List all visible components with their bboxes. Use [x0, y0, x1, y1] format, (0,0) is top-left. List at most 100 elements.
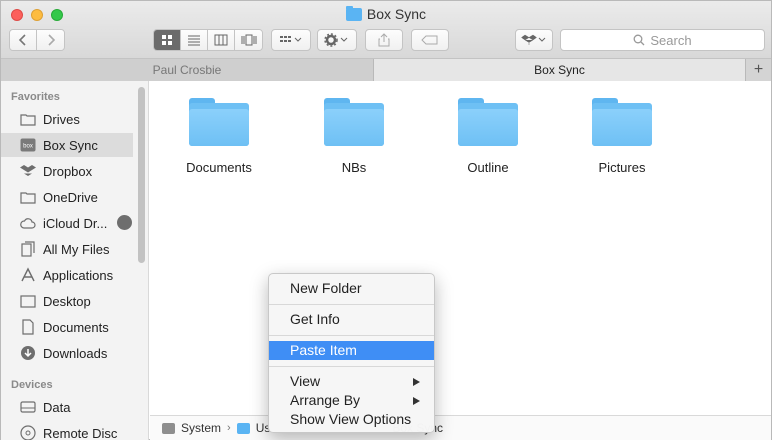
menu-item-arrange-by[interactable]: Arrange By	[269, 391, 434, 410]
list-view-icon	[188, 35, 200, 46]
folder-item-documents[interactable]: Documents	[164, 98, 274, 175]
folder-icon	[592, 98, 652, 146]
folder-icon	[324, 98, 384, 146]
sidebar-item-label: Drives	[43, 111, 80, 127]
document-icon	[19, 318, 37, 336]
sidebar-item-data[interactable]: Data	[1, 395, 133, 419]
gear-icon	[324, 33, 348, 47]
menu-item-get-info[interactable]: Get Info	[269, 310, 434, 329]
cloud-icon	[19, 214, 37, 232]
folder-icon	[345, 5, 362, 21]
download-icon	[19, 344, 37, 362]
disk-icon	[19, 398, 37, 416]
coverflow-view-button[interactable]	[235, 30, 262, 50]
sidebar-item-label: Remote Disc	[43, 425, 118, 440]
sidebar-item-dropbox[interactable]: Dropbox	[1, 159, 133, 183]
menu-item-label: View	[290, 373, 321, 389]
chevron-right-icon	[47, 34, 55, 46]
dropbox-icon	[19, 162, 37, 180]
sidebar-item-remote-disc[interactable]: Remote Disc	[1, 421, 133, 440]
sidebar-item-all-my-files[interactable]: All My Files	[1, 237, 133, 261]
tab-bar: Paul Crosbie Box Sync +	[1, 59, 771, 81]
folder-icon	[19, 110, 37, 128]
window-title-area: Box Sync	[1, 5, 771, 24]
search-field[interactable]: Search	[560, 29, 765, 51]
folder-icon	[189, 98, 249, 146]
svg-text:box: box	[23, 144, 33, 150]
file-icon-view: Documents NBs Outline Pictures	[150, 81, 771, 411]
folder-item-outline[interactable]: Outline	[433, 98, 543, 175]
path-item-system[interactable]: System	[181, 421, 221, 435]
context-menu: New Folder Get Info Paste Item View Arra…	[268, 273, 435, 433]
arrange-grid-icon	[280, 36, 302, 42]
icon-view-icon	[162, 35, 172, 45]
title-bar: Box Sync Search	[1, 1, 771, 59]
disc-icon	[19, 424, 37, 440]
sidebar-scrollbar[interactable]	[138, 87, 145, 263]
search-icon	[633, 34, 645, 46]
folder-item-pictures[interactable]: Pictures	[567, 98, 677, 175]
menu-separator	[269, 366, 434, 367]
submenu-arrow-icon	[413, 378, 420, 386]
forward-button[interactable]	[37, 30, 64, 50]
list-view-button[interactable]	[181, 30, 208, 50]
sidebar-item-downloads[interactable]: Downloads	[1, 341, 133, 365]
sidebar-item-documents[interactable]: Documents	[1, 315, 133, 339]
action-menu-button[interactable]	[317, 29, 357, 51]
column-view-icon	[214, 34, 228, 46]
sidebar-item-desktop[interactable]: Desktop	[1, 289, 133, 313]
column-view-button[interactable]	[208, 30, 235, 50]
folder-label: Outline	[467, 160, 509, 175]
menu-item-paste-item[interactable]: Paste Item	[269, 341, 434, 360]
nav-buttons	[9, 29, 65, 51]
applications-icon	[19, 266, 37, 284]
tag-button[interactable]	[411, 29, 449, 51]
sidebar-item-label: Documents	[43, 319, 109, 335]
menu-item-show-view-options[interactable]: Show View Options	[269, 410, 434, 429]
sidebar-item-drives[interactable]: Drives	[1, 107, 133, 131]
view-mode-control	[153, 29, 263, 51]
sidebar-item-box-sync[interactable]: box Box Sync	[1, 133, 133, 157]
sidebar-item-label: Applications	[43, 267, 114, 283]
arrange-menu-button[interactable]	[271, 29, 311, 51]
menu-item-label: Arrange By	[290, 392, 361, 408]
dropbox-icon	[521, 34, 546, 45]
sidebar-item-icloud-drive[interactable]: iCloud Dr...	[1, 211, 133, 235]
share-button[interactable]	[365, 29, 403, 51]
tab-paul-crosbie[interactable]: Paul Crosbie	[1, 59, 374, 81]
progress-pie-icon	[117, 215, 132, 230]
folder-icon	[458, 98, 518, 146]
menu-separator	[269, 335, 434, 336]
path-bar: System › Us Box Sync	[150, 415, 771, 440]
sidebar-item-label: Data	[43, 399, 71, 415]
desktop-icon	[19, 292, 37, 310]
sidebar-header-devices: Devices	[11, 379, 53, 391]
folder-item-nbs[interactable]: NBs	[299, 98, 409, 175]
folder-icon	[236, 422, 250, 434]
window-title: Box Sync	[366, 6, 427, 22]
sidebar-item-label: Dropbox	[43, 163, 93, 179]
dropbox-menu-button[interactable]	[515, 29, 553, 51]
icon-view-button[interactable]	[154, 30, 181, 50]
sidebar-item-onedrive[interactable]: OneDrive	[1, 185, 133, 209]
submenu-arrow-icon	[413, 397, 420, 405]
disk-icon	[162, 422, 175, 434]
folder-icon	[19, 188, 37, 206]
menu-item-new-folder[interactable]: New Folder	[269, 279, 434, 298]
sidebar-item-applications[interactable]: Applications	[1, 263, 133, 287]
sidebar-item-label: OneDrive	[43, 189, 98, 205]
share-icon	[378, 33, 390, 47]
plus-icon: +	[753, 61, 764, 78]
sidebar-item-label: All My Files	[43, 241, 110, 257]
back-button[interactable]	[10, 30, 37, 50]
path-separator-icon: ›	[227, 422, 231, 434]
sidebar-item-label: iCloud Dr...	[43, 215, 108, 231]
folder-label: Pictures	[598, 160, 646, 175]
menu-item-view[interactable]: View	[269, 372, 434, 391]
coverflow-view-icon	[241, 34, 256, 46]
new-tab-button[interactable]: +	[745, 59, 771, 81]
files-icon	[19, 240, 37, 258]
search-placeholder: Search	[650, 32, 692, 48]
sidebar-item-label: Desktop	[43, 293, 91, 309]
tab-box-sync[interactable]: Box Sync	[374, 59, 745, 81]
